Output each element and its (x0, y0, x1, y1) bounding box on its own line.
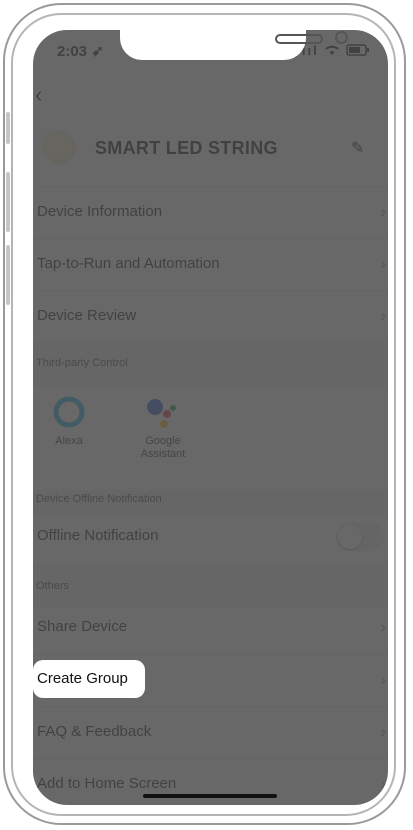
section-label: Others (36, 580, 70, 592)
chevron-right-icon: › (380, 306, 386, 325)
chevron-right-icon: › (380, 670, 386, 689)
home-indicator[interactable] (143, 794, 277, 798)
section-others: Others (33, 563, 388, 607)
google-label-line2: Assistant (140, 448, 186, 460)
offline-notification-toggle[interactable] (336, 523, 384, 551)
menu-row-device-review[interactable]: Device Review › (33, 290, 388, 342)
menu-row-label: Add to Home Screen (37, 775, 177, 792)
menu-row-offline-notification: Offline Notification (33, 511, 388, 563)
notch (120, 30, 348, 60)
menu-row-tap-to-run[interactable]: Tap-to-Run and Automation › (33, 238, 388, 290)
volume-down-button (6, 245, 10, 305)
alexa-item[interactable]: Alexa (33, 394, 109, 448)
back-button[interactable]: ‹ (35, 82, 42, 108)
speaker-icon (275, 34, 323, 44)
edit-name-button[interactable]: ✎ (351, 138, 364, 158)
menu-row-share-device[interactable]: Share Device › (33, 602, 388, 654)
create-group-button[interactable]: Create Group (33, 660, 145, 698)
chevron-right-icon: › (380, 774, 386, 793)
menu-row-label: Device Review (37, 307, 137, 324)
location-icon: ➶ (91, 43, 104, 60)
toggle-knob (338, 525, 362, 549)
third-party-panel: Alexa Google Assistant (33, 386, 388, 490)
google-assistant-item[interactable]: Google Assistant (123, 394, 203, 461)
back-chevron-icon: ‹ (35, 82, 43, 107)
google-assistant-icon (147, 399, 176, 428)
section-label: Third-party Control (36, 357, 128, 369)
menu-row-label: Device Information (37, 203, 163, 220)
chevron-right-icon: › (380, 202, 386, 221)
alexa-label: Alexa (55, 435, 83, 447)
chevron-right-icon: › (380, 254, 386, 273)
status-icons: ııl (302, 43, 370, 58)
device-header: SMART LED STRING ✎ (33, 126, 388, 186)
menu-row-faq-feedback[interactable]: FAQ & Feedback › (33, 706, 388, 758)
status-time: 2:03 ➶ (57, 42, 104, 60)
phone-screen: 2:03 ➶ ııl ‹ SMART LED STRING ✎ Device I… (33, 30, 388, 805)
section-third-party: Third-party Control (33, 342, 388, 386)
menu-row-label: Offline Notification (37, 527, 159, 544)
status-time-text: 2:03 (57, 43, 88, 60)
pencil-icon: ✎ (351, 140, 365, 157)
menu-row-label: FAQ & Feedback (37, 723, 152, 740)
menu-row-label: Share Device (37, 618, 128, 635)
chevron-right-icon: › (380, 617, 386, 636)
volume-up-button (6, 172, 10, 232)
wifi-icon (325, 45, 340, 55)
camera-icon (335, 31, 348, 44)
section-label: Device Offline Notification (36, 493, 162, 505)
mute-switch (6, 112, 10, 144)
menu-row-label: Tap-to-Run and Automation (37, 255, 220, 272)
menu-row-device-information[interactable]: Device Information › (33, 186, 388, 238)
google-label-line1: Google (145, 435, 181, 447)
chevron-right-icon: › (380, 722, 386, 741)
alexa-icon (53, 396, 85, 428)
create-group-label: Create Group (37, 670, 128, 687)
device-avatar (42, 130, 76, 164)
battery-icon (346, 44, 369, 56)
device-name: SMART LED STRING (95, 138, 278, 158)
